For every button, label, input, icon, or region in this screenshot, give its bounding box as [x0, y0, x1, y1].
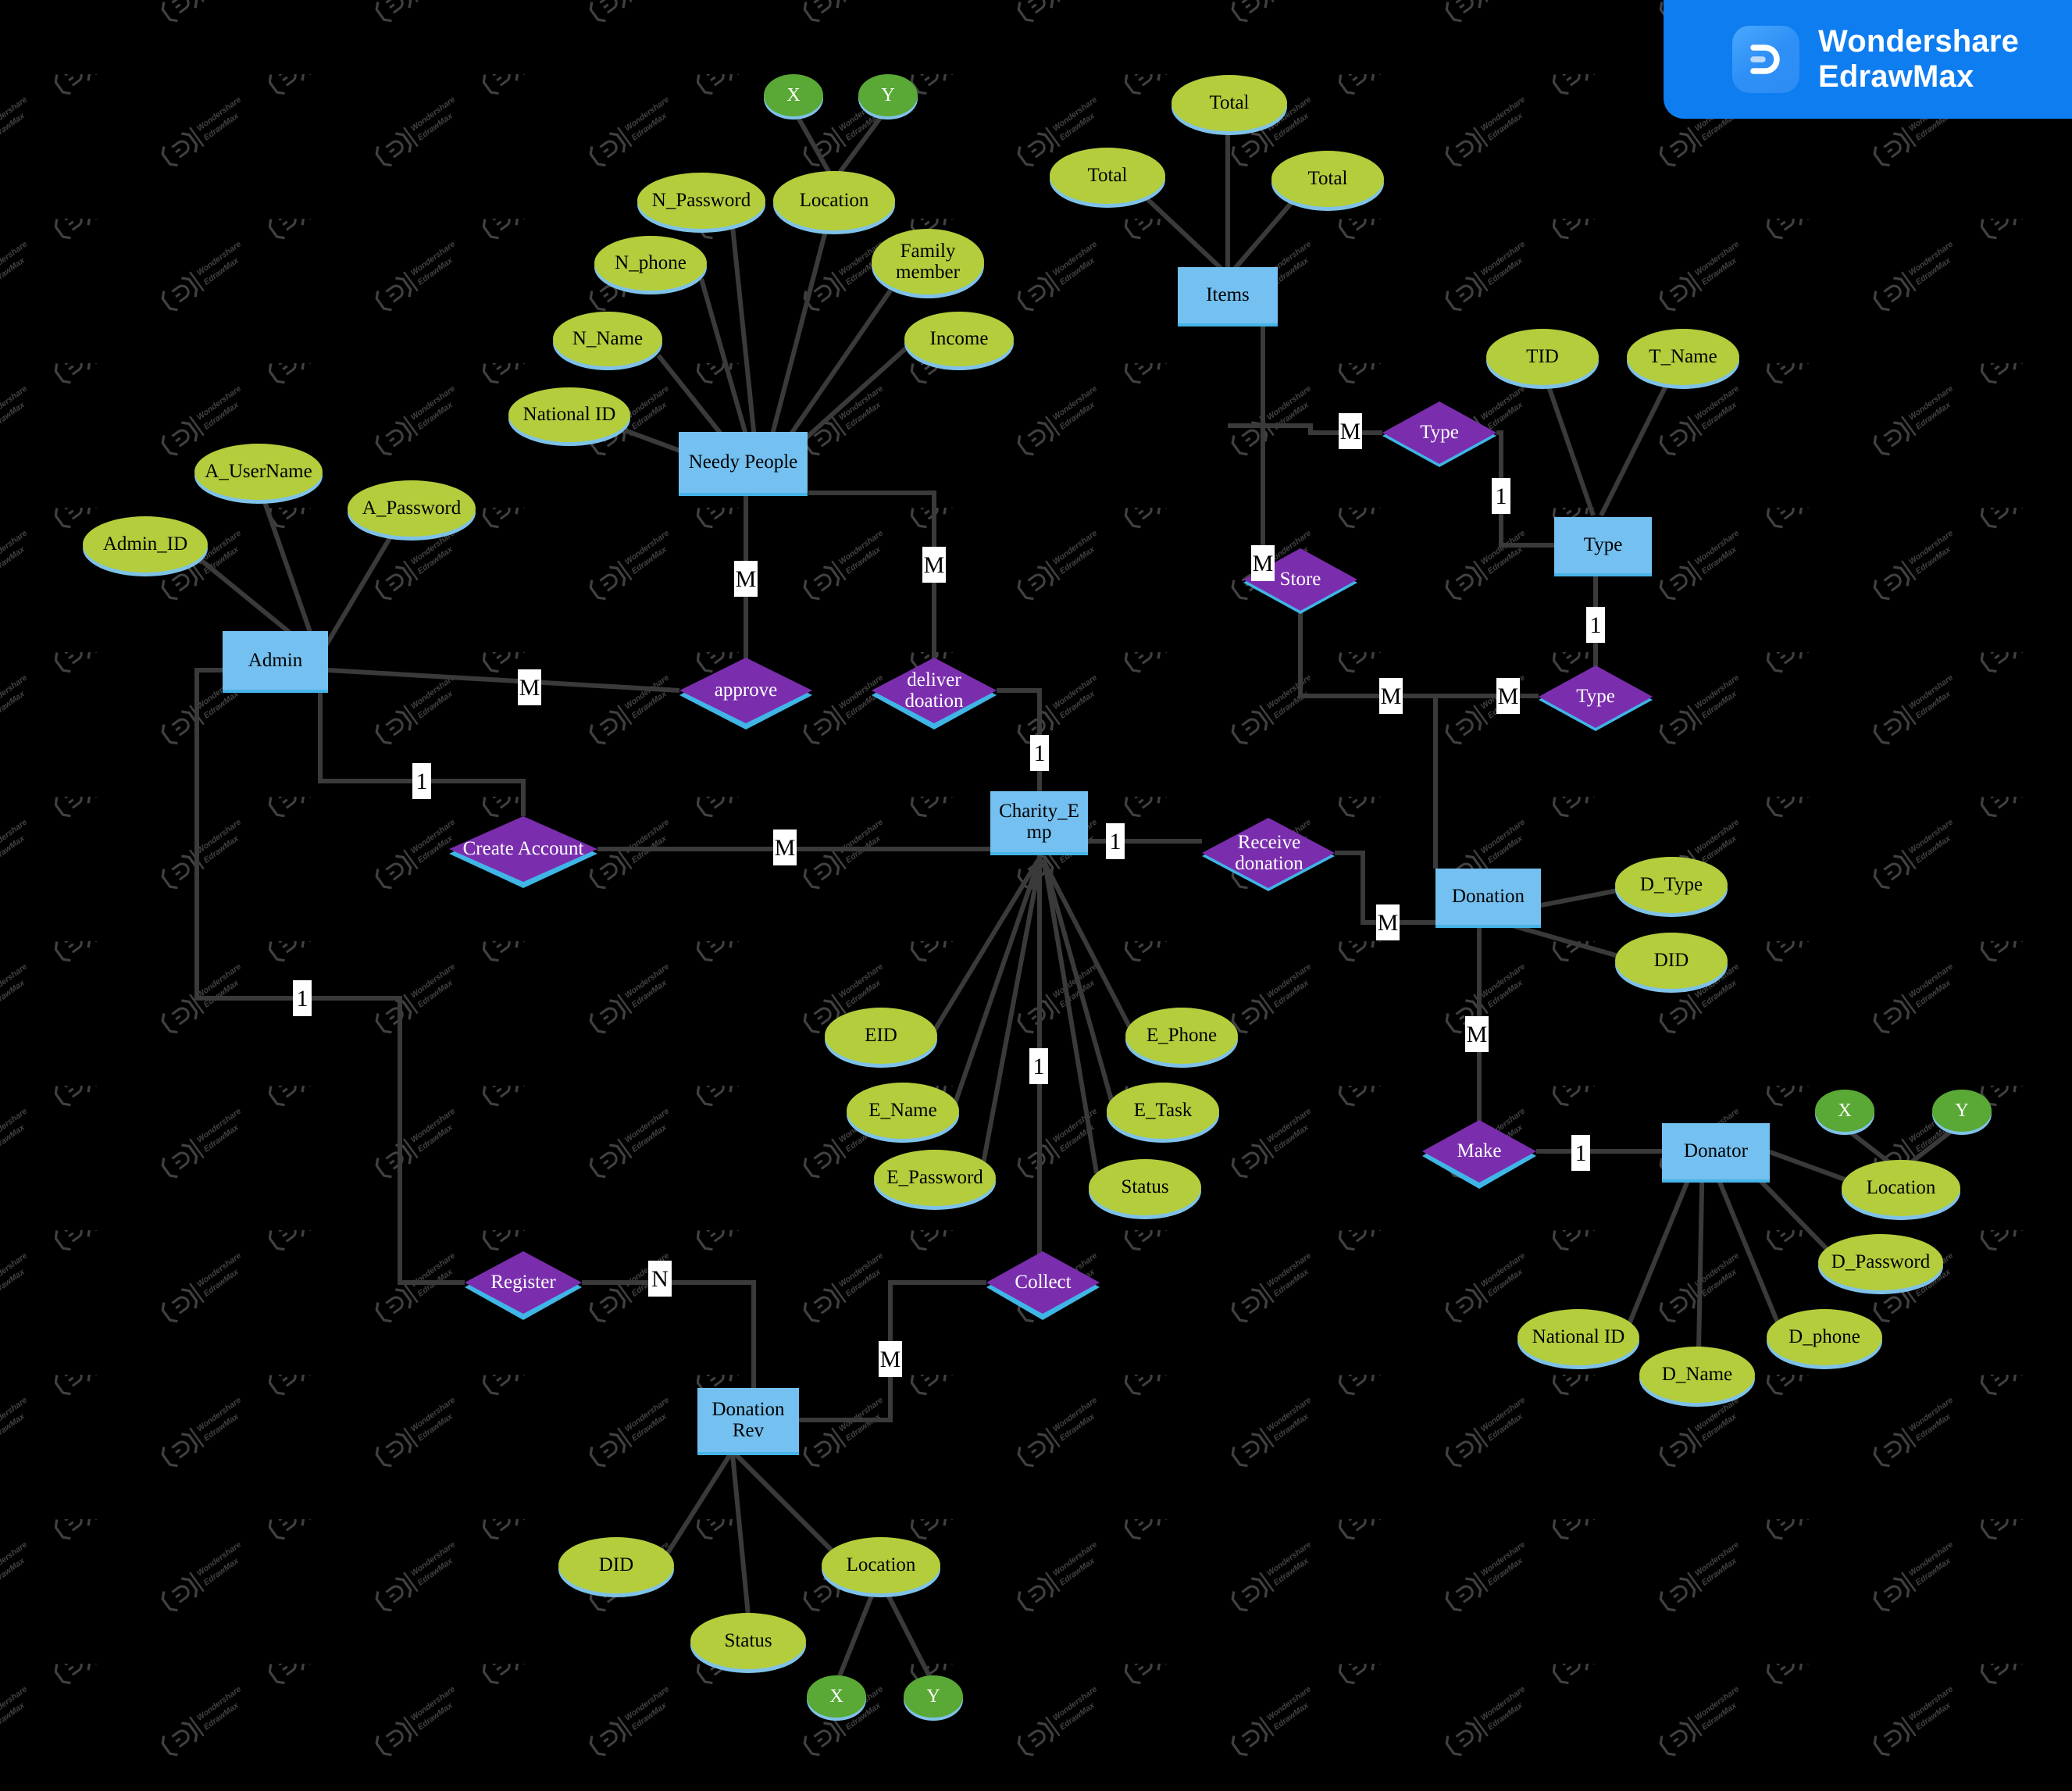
- cardinality-store-donation: M: [1380, 683, 1402, 709]
- entity-label-admin[interactable]: Admin: [223, 631, 328, 690]
- attribute-label-total-top[interactable]: Total: [1172, 75, 1287, 131]
- brand-line-2: EdrawMax: [1818, 59, 1974, 94]
- attribute-label-admin-id[interactable]: Admin_ID: [83, 516, 208, 573]
- cardinality-collect-rev: M: [879, 1346, 901, 1372]
- relationship-label-type-mid[interactable]: Type: [1539, 665, 1653, 728]
- cardinality-admin-approve: M: [519, 674, 540, 701]
- cardinality-charity-receive: 1: [1109, 828, 1122, 854]
- cardinality-receive-donation: M: [1377, 909, 1399, 936]
- attribute-label-t-name[interactable]: T_Name: [1627, 329, 1739, 385]
- diagram-canvas: Wondershare EdrawMax .ln { stroke:#3a3a3…: [0, 0, 2072, 1791]
- attribute-label-d-type[interactable]: D_Type: [1615, 857, 1728, 913]
- entity-label-donation-rev[interactable]: Donation Rev: [697, 1388, 799, 1452]
- attribute-label-e-task[interactable]: E_Task: [1107, 1083, 1219, 1139]
- attribute-label-location-needy[interactable]: Location: [773, 171, 895, 230]
- attribute-label-location-donator[interactable]: Location: [1842, 1160, 1960, 1216]
- cardinality-donation-make: M: [1466, 1021, 1488, 1047]
- cardinality-typeentity-typemid: 1: [1589, 612, 1602, 638]
- relationship-label-type-top[interactable]: Type: [1382, 401, 1496, 464]
- attribute-label-income[interactable]: Income: [904, 312, 1014, 366]
- relationship-label-receive-donation[interactable]: Receive donation: [1207, 818, 1332, 888]
- relationship-label-collect[interactable]: Collect: [986, 1251, 1100, 1314]
- attribute-label-n-name[interactable]: N_Name: [553, 312, 662, 366]
- attribute-label-did-donation[interactable]: DID: [1615, 933, 1728, 989]
- cardinality-create-charity: M: [774, 834, 796, 861]
- label-layer: Needy People Admin Items Type Charity_Em…: [0, 0, 2072, 1791]
- cardinality-admin-register: 1: [296, 985, 308, 1011]
- cardinality-typemid-left: M: [1497, 683, 1519, 709]
- edrawmax-logo-icon: [1732, 26, 1799, 93]
- cardinality-charity-collect: 1: [1032, 1053, 1045, 1079]
- attribute-label-family-member[interactable]: Family member: [872, 229, 984, 294]
- attribute-label-total-right[interactable]: Total: [1271, 151, 1384, 207]
- entity-label-donation[interactable]: Donation: [1435, 869, 1541, 925]
- attribute-label-y-donator[interactable]: Y: [1932, 1090, 1992, 1132]
- attribute-label-e-password[interactable]: E_Password: [874, 1150, 996, 1206]
- attribute-label-status-rev[interactable]: Status: [690, 1613, 806, 1669]
- relationship-label-approve[interactable]: approve: [679, 658, 812, 723]
- attribute-label-d-password[interactable]: D_Password: [1818, 1234, 1943, 1290]
- cardinality-deliver-charity: 1: [1033, 740, 1046, 766]
- attribute-label-national-id-donator[interactable]: National ID: [1517, 1309, 1639, 1365]
- cardinality-needy-deliver: M: [923, 551, 945, 578]
- attribute-label-tid[interactable]: TID: [1486, 329, 1599, 385]
- brand-text: Wondershare EdrawMax: [1818, 24, 2019, 95]
- brand-line-1: Wondershare: [1818, 24, 2020, 59]
- attribute-label-y-rev[interactable]: Y: [904, 1675, 963, 1718]
- relationship-label-make[interactable]: Make: [1422, 1120, 1536, 1183]
- entity-label-items[interactable]: Items: [1178, 267, 1278, 323]
- cardinality-type-entity: 1: [1495, 483, 1507, 509]
- attribute-label-total-left[interactable]: Total: [1050, 148, 1165, 204]
- cardinality-items-store: M: [1252, 550, 1274, 576]
- relationship-label-create-account[interactable]: Create Account: [449, 816, 597, 882]
- attribute-label-d-name[interactable]: D_Name: [1639, 1347, 1755, 1403]
- cardinality-items-type: M: [1339, 418, 1361, 444]
- relationship-label-store[interactable]: Store: [1243, 548, 1357, 611]
- attribute-label-status-emp[interactable]: Status: [1089, 1159, 1201, 1215]
- attribute-label-n-password[interactable]: N_Password: [637, 173, 765, 229]
- cardinality-register-rev: N: [651, 1265, 669, 1292]
- attribute-label-y-needy[interactable]: Y: [858, 74, 918, 116]
- attribute-label-x-needy[interactable]: X: [764, 74, 823, 116]
- relationship-label-deliver-donation[interactable]: deliver doation: [876, 658, 993, 723]
- attribute-label-e-name[interactable]: E_Name: [847, 1083, 959, 1139]
- attribute-label-eid[interactable]: EID: [825, 1008, 937, 1064]
- attribute-label-national-id-needy[interactable]: National ID: [508, 387, 630, 442]
- entity-label-type[interactable]: Type: [1554, 517, 1652, 573]
- cardinality-admin-create: 1: [415, 768, 428, 794]
- attribute-label-e-phone[interactable]: E_Phone: [1125, 1008, 1238, 1064]
- attribute-label-a-username[interactable]: A_UserName: [194, 444, 323, 500]
- attribute-label-n-phone[interactable]: N_phone: [594, 236, 707, 291]
- attribute-label-a-password[interactable]: A_Password: [348, 480, 476, 537]
- entity-label-donator[interactable]: Donator: [1662, 1123, 1770, 1179]
- attribute-label-did-rev[interactable]: DID: [558, 1537, 674, 1593]
- cardinality-make-donator: 1: [1575, 1140, 1587, 1166]
- entity-label-needy-people[interactable]: Needy People: [679, 432, 808, 493]
- attribute-label-x-rev[interactable]: X: [807, 1675, 866, 1718]
- cardinality-needy-approve: M: [735, 565, 757, 592]
- attribute-label-location-rev[interactable]: Location: [822, 1537, 940, 1593]
- entity-label-charity-emp[interactable]: Charity_Emp: [990, 791, 1088, 852]
- attribute-label-x-donator[interactable]: X: [1815, 1090, 1874, 1132]
- wondershare-edrawmax-banner: Wondershare EdrawMax: [1664, 0, 2072, 119]
- relationship-label-register[interactable]: Register: [465, 1251, 582, 1314]
- attribute-label-d-phone[interactable]: D_phone: [1767, 1309, 1882, 1365]
